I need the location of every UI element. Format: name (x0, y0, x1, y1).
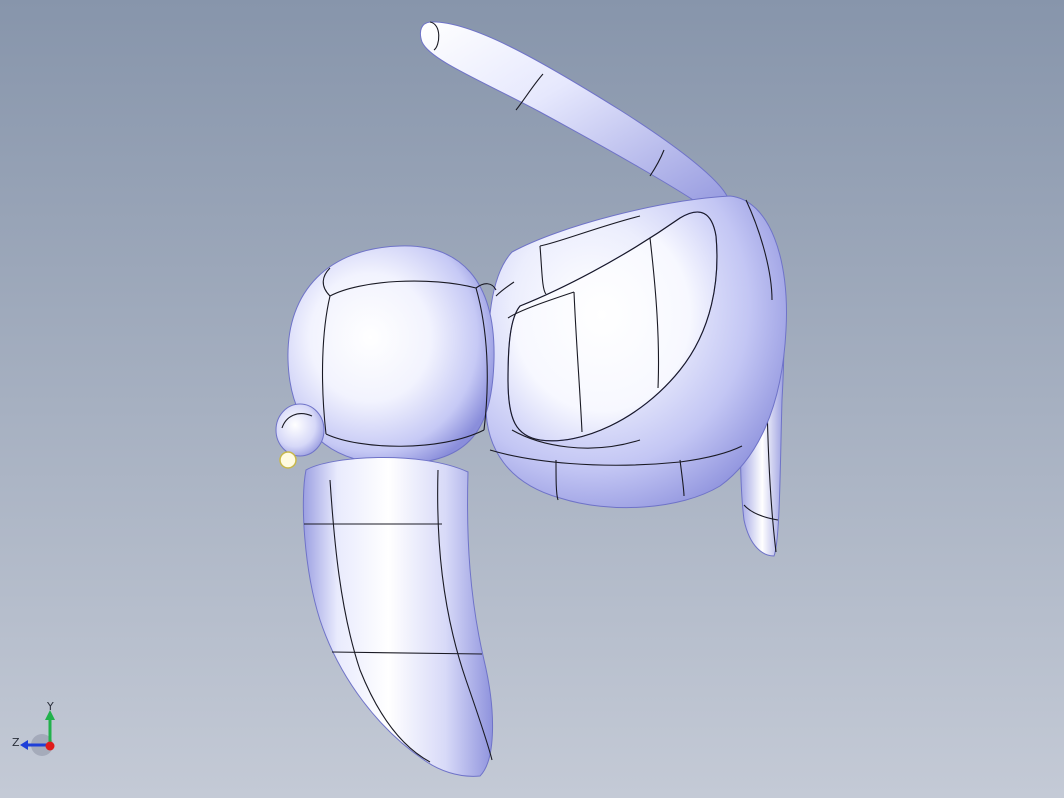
triad-x-axis-icon (45, 741, 55, 751)
triad-y-label: Y (46, 700, 54, 713)
triad-z-label: Z (12, 736, 20, 749)
triad-z-arrow-icon (20, 740, 28, 750)
leg-part[interactable] (302, 457, 493, 777)
orientation-triad: Y Z (12, 700, 55, 756)
ear-part[interactable] (419, 21, 729, 209)
selection-point-icon[interactable] (279, 451, 297, 469)
nose-part[interactable] (275, 403, 325, 469)
cad-3d-viewport[interactable]: Y Z (0, 0, 1064, 798)
